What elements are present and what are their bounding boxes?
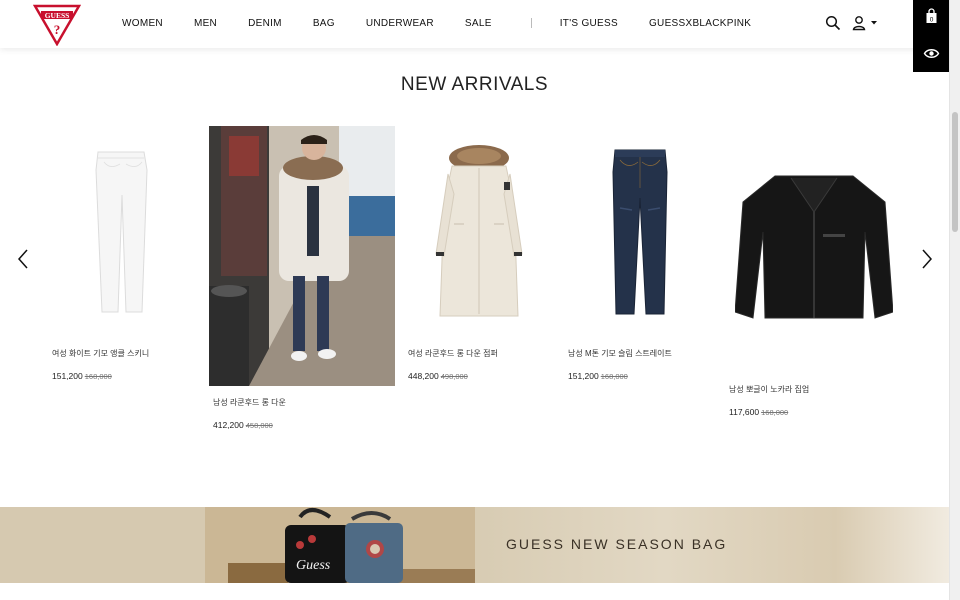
search-icon[interactable]	[825, 15, 841, 31]
main-nav: WOMEN MEN DENIM BAG UNDERWEAR SALE IT'S …	[122, 0, 782, 46]
product-price: 117,600 168,000	[729, 407, 788, 417]
product-name[interactable]: 남성 뽀글이 노카라 집업	[729, 384, 809, 395]
sale-price: 151,200	[52, 371, 83, 381]
nav-underwear[interactable]: UNDERWEAR	[366, 18, 434, 29]
caret-down-icon[interactable]	[870, 15, 878, 31]
original-price: 458,000	[245, 421, 273, 430]
product-image[interactable]	[209, 126, 395, 391]
site-header: GUESS ? WOMEN MEN DENIM BAG UNDERWEAR SA…	[0, 0, 949, 48]
product-name[interactable]: 남성 M톤 기모 슬림 스트레이트	[568, 348, 672, 359]
product-card[interactable]: 남성 라쿤후드 롱 다운 412,200 458,000	[209, 126, 395, 436]
product-price: 412,200 458,000	[213, 420, 273, 430]
svg-text:?: ?	[54, 22, 61, 37]
logo-text: GUESS	[45, 11, 70, 20]
page-scrollbar[interactable]	[949, 0, 960, 600]
nav-guessxblackpink[interactable]: GUESSXBLACKPINK	[649, 18, 751, 29]
product-image[interactable]	[92, 150, 154, 320]
carousel-next-arrow[interactable]	[920, 248, 934, 270]
product-price: 151,200 168,000	[568, 371, 628, 381]
original-price: 168,000	[761, 408, 789, 417]
nav-bag[interactable]: BAG	[313, 18, 335, 29]
product-image[interactable]	[612, 148, 668, 321]
product-card[interactable]: 여성 화이트 기모 앵클 스키니 151,200 168,000	[52, 126, 202, 386]
product-price: 448,200 498,000	[408, 371, 468, 381]
sale-price: 412,200	[213, 420, 244, 430]
product-image[interactable]	[434, 144, 524, 324]
product-card[interactable]: 남성 M톤 기모 슬림 스트레이트 151,200 168,000	[568, 126, 718, 386]
quick-panel: 0	[913, 0, 950, 72]
nav-sale[interactable]: SALE	[465, 18, 492, 29]
product-name[interactable]: 여성 화이트 기모 앵클 스키니	[52, 348, 149, 359]
original-price: 498,000	[440, 372, 468, 381]
nav-its-guess[interactable]: IT'S GUESS	[560, 18, 618, 29]
product-price: 151,200 168,000	[52, 371, 112, 381]
original-price: 168,000	[600, 372, 628, 381]
eye-icon[interactable]	[923, 45, 940, 62]
guess-logo[interactable]: GUESS ?	[32, 4, 82, 47]
bag-promo-banner[interactable]: Guess GUESS NEW SEASON BAG	[0, 507, 949, 583]
nav-divider	[530, 18, 532, 28]
bag-script-text: Guess	[296, 558, 331, 573]
product-card[interactable]: 여성 라쿤후드 롱 다운 점퍼 448,200 498,000	[408, 126, 558, 386]
carousel-prev-arrow[interactable]	[16, 248, 30, 270]
section-title: NEW ARRIVALS	[400, 74, 549, 95]
banner-bags-image: Guess	[0, 507, 475, 583]
product-name[interactable]: 여성 라쿤후드 롱 다운 점퍼	[408, 348, 498, 359]
scrollbar-thumb[interactable]	[952, 112, 958, 232]
nav-denim[interactable]: DENIM	[248, 18, 282, 29]
sale-price: 117,600	[729, 407, 760, 417]
sale-price: 151,200	[568, 371, 599, 381]
product-card[interactable]: 남성 뽀글이 노카라 집업 117,600 168,000	[729, 126, 899, 426]
original-price: 168,000	[84, 372, 112, 381]
nav-men[interactable]: MEN	[194, 18, 217, 29]
banner-title[interactable]: GUESS NEW SEASON BAG	[506, 536, 727, 552]
cart-count: 0	[930, 16, 934, 23]
product-image[interactable]	[734, 172, 894, 331]
sale-price: 448,200	[408, 371, 439, 381]
shopping-bag-icon[interactable]: 0	[923, 8, 940, 25]
nav-women[interactable]: WOMEN	[122, 18, 163, 29]
product-name[interactable]: 남성 라쿤후드 롱 다운	[213, 397, 286, 408]
user-icon[interactable]	[851, 15, 867, 31]
